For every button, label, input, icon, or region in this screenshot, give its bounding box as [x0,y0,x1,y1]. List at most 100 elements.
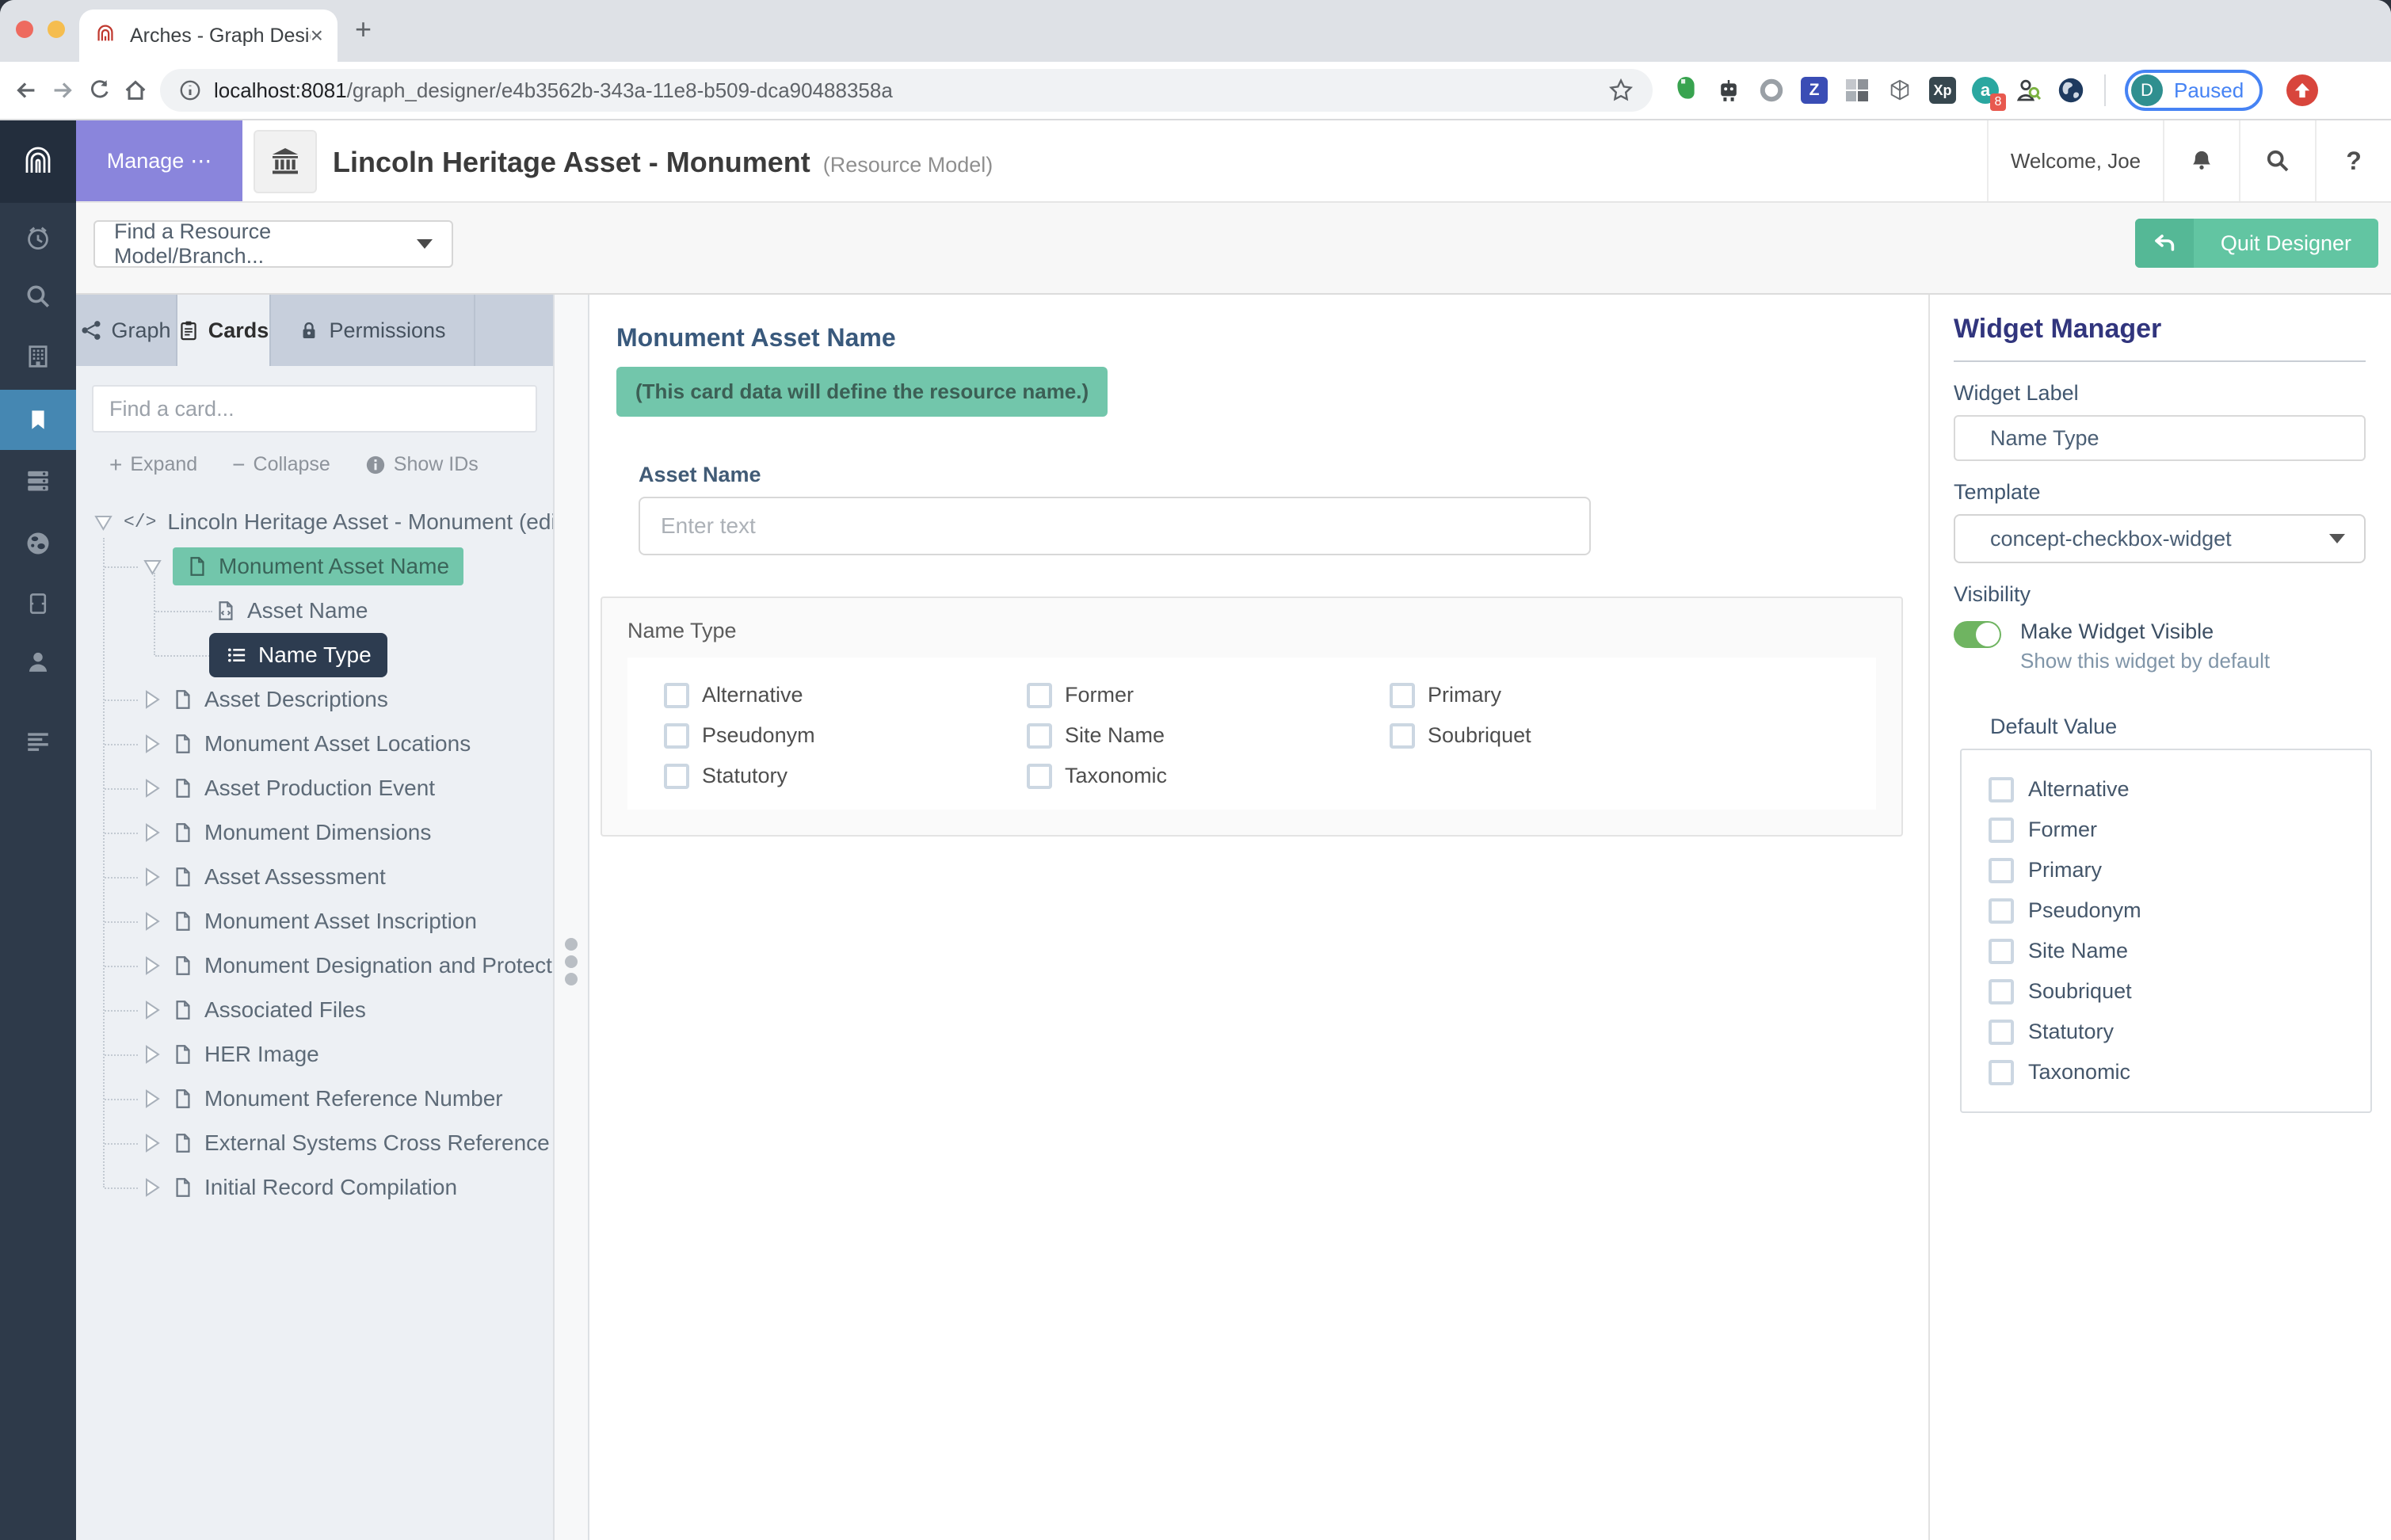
expander-closed-icon[interactable] [141,1043,163,1065]
checkbox-option[interactable]: Primary [1989,850,2370,890]
checkbox[interactable] [664,763,689,789]
expand-all-button[interactable]: + Expand [109,453,197,476]
ring-extension-icon[interactable] [1757,76,1786,105]
checkbox[interactable] [1989,978,2014,1004]
widget-label-input[interactable] [1954,415,2366,461]
tree-item-card[interactable]: Monument Reference Number [76,1077,553,1121]
checkbox-option[interactable]: Alternative [664,675,1027,715]
tree-item-root[interactable]: </> Lincoln Heritage Asset - Monument (e… [76,500,553,544]
checkbox[interactable] [1027,763,1052,789]
checkbox-option[interactable]: Primary [1390,675,1752,715]
evernote-extension-icon[interactable] [1672,76,1700,105]
tree-item-card[interactable]: External Systems Cross Reference [76,1121,553,1165]
asset-name-input[interactable] [639,497,1591,555]
tree-item-card[interactable]: Monument Dimensions [76,810,553,855]
checkbox-option[interactable]: Pseudonym [664,715,1027,756]
checkbox[interactable] [1027,722,1052,749]
checkbox-option[interactable]: Taxonomic [1989,1052,2370,1092]
expander-closed-icon[interactable] [141,999,163,1021]
recent-activity-icon[interactable] [0,208,76,268]
new-tab-button[interactable]: + [355,13,372,46]
url-bar[interactable]: localhost:8081/graph_designer/e4b3562b-3… [160,69,1653,112]
forward-icon[interactable] [44,72,81,109]
arches-logo[interactable] [0,120,76,203]
checkbox-option[interactable]: Statutory [664,756,1027,796]
tree-item-node-selected[interactable]: Name Type [76,633,553,677]
expander-closed-icon[interactable] [141,955,163,977]
expander-closed-icon[interactable] [141,1088,163,1110]
search-nav-icon[interactable] [0,266,76,326]
zotero-extension-icon[interactable]: Z [1800,76,1829,105]
back-icon[interactable] [8,72,44,109]
tree-item-card[interactable]: Asset Descriptions [76,677,553,722]
checkbox[interactable] [1390,682,1415,708]
panel-resize-handle[interactable] [553,295,589,1540]
checkbox-option[interactable]: Statutory [1989,1012,2370,1052]
tree-item-card[interactable]: Monument Designation and Protectio [76,943,553,988]
checkbox-option[interactable]: Former [1027,675,1390,715]
a-counter-extension-icon[interactable]: a 8 [1971,76,2006,111]
selected-node[interactable]: Name Type [209,633,387,677]
xp-extension-icon[interactable]: Xp [1928,76,1957,105]
checkbox[interactable] [1989,857,2014,883]
checkbox-option[interactable]: Alternative [1989,769,2370,810]
help-button[interactable]: ? [2315,120,2391,201]
checkbox[interactable] [1989,898,2014,924]
checkbox[interactable] [1989,776,2014,802]
expander-closed-icon[interactable] [141,910,163,932]
checkbox-option[interactable]: Site Name [1989,931,2370,971]
collapse-all-button[interactable]: − Collapse [232,453,330,476]
tree-item-card[interactable]: Monument Asset Locations [76,722,553,766]
checkbox[interactable] [1989,1019,2014,1045]
expander-closed-icon[interactable] [141,821,163,844]
tree-item-node[interactable]: Asset Name [76,589,553,633]
tab-close-icon[interactable]: × [311,25,323,47]
user-nav-icon[interactable] [0,632,76,692]
expander-closed-icon[interactable] [141,866,163,888]
checkbox-option[interactable]: Soubriquet [1390,715,1752,756]
search-button[interactable] [2239,120,2315,201]
checkbox[interactable] [1027,682,1052,708]
show-ids-button[interactable]: Show IDs [365,453,479,476]
checkbox[interactable] [1989,817,2014,843]
robot-extension-icon[interactable] [1714,76,1743,105]
minimize-window-button[interactable] [48,21,65,38]
expander-open-icon[interactable] [92,511,114,533]
tree-item-card[interactable]: Initial Record Compilation [76,1165,553,1210]
tab-cards[interactable]: Cards [177,295,271,366]
bookmark-star-icon[interactable] [1608,78,1634,103]
checkbox[interactable] [1989,1059,2014,1085]
menu-nav-icon[interactable] [0,711,76,772]
expander-closed-icon[interactable] [141,733,163,755]
reload-icon[interactable] [81,72,117,109]
tree-item-card[interactable]: Asset Production Event [76,766,553,810]
tree-item-card[interactable]: Associated Files [76,988,553,1032]
tree-item-card[interactable]: HER Image [76,1032,553,1077]
browser-tab[interactable]: Arches - Graph Designer × [79,10,337,62]
building-nav-icon[interactable] [0,326,76,387]
expander-closed-icon[interactable] [141,1176,163,1199]
tree-item-card[interactable]: Asset Assessment [76,855,553,899]
tab-graph[interactable]: Graph [76,295,177,366]
manage-button[interactable]: Manage ⋯ [76,120,242,201]
uparrow-extension-icon[interactable] [2286,74,2319,106]
expander-closed-icon[interactable] [141,688,163,711]
tree-item-card-selected[interactable]: Monument Asset Name [76,544,553,589]
tree-item-card[interactable]: Monument Asset Inscription [76,899,553,943]
globe-nav-icon[interactable] [0,513,76,574]
find-resource-model-select[interactable]: Find a Resource Model/Branch... [93,219,453,268]
close-window-button[interactable] [16,21,33,38]
tab-permissions[interactable]: Permissions [271,295,475,366]
ticket-nav-icon[interactable] [0,574,76,634]
checkbox[interactable] [664,722,689,749]
expander-closed-icon[interactable] [141,777,163,799]
person-search-extension-icon[interactable] [2014,76,2042,105]
notifications-button[interactable] [2163,120,2239,201]
highlighted-card[interactable]: Monument Asset Name [173,547,464,585]
checkbox-option[interactable]: Site Name [1027,715,1390,756]
template-select[interactable]: concept-checkbox-widget [1954,514,2366,563]
visibility-toggle[interactable] [1954,621,2001,648]
quit-designer-button[interactable]: Quit Designer [2134,219,2378,268]
welcome-user-link[interactable]: Welcome, Joe [1987,120,2163,201]
profile-paused-pill[interactable]: D Paused [2125,70,2263,111]
